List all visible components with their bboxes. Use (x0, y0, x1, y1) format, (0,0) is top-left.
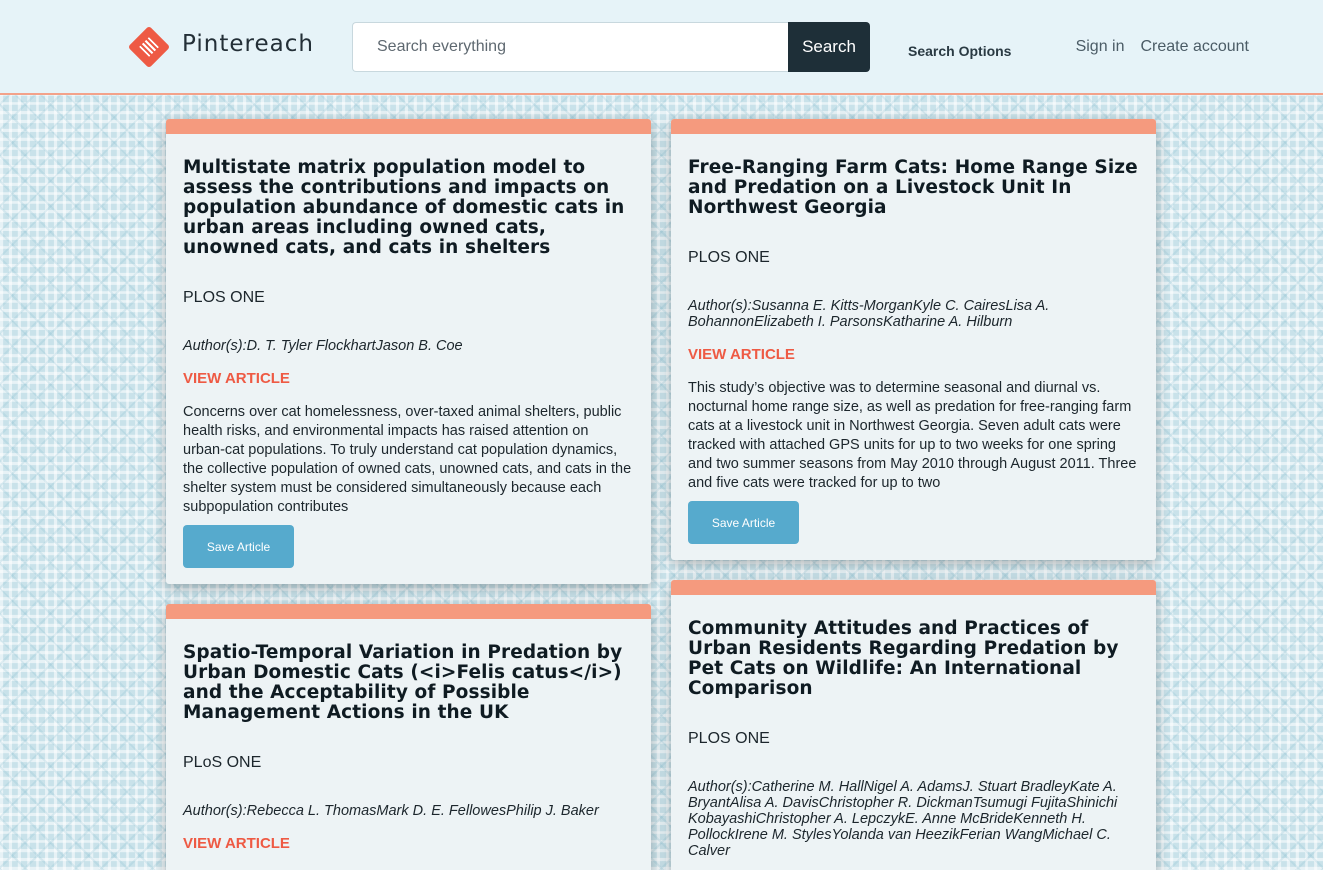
logo-text: Pintereach (182, 31, 314, 57)
article-title: Free-Ranging Farm Cats: Home Range Size … (688, 157, 1138, 218)
search-bar: Search (352, 22, 870, 72)
create-account-link[interactable]: Create account (1140, 38, 1249, 56)
article-title: Community Attitudes and Practices of Urb… (688, 618, 1119, 699)
save-article-button[interactable]: Save Article (183, 525, 294, 568)
article-journal: PLOS ONE (183, 289, 265, 306)
pintereach-logo-icon (127, 25, 171, 69)
view-article-link[interactable]: VIEW ARTICLE (183, 370, 634, 387)
top-nav: Pintereach Search Search Options Sign in… (0, 0, 1323, 95)
article-title: Multistate matrix population model to as… (183, 157, 625, 258)
auth-links: Sign in Create account (1076, 38, 1249, 56)
article-authors: Author(s):Catherine M. HallNigel A. Adam… (688, 779, 1118, 859)
search-options-link[interactable]: Search Options (908, 43, 1011, 59)
search-input[interactable] (352, 22, 788, 72)
article-title: Spatio-Temporal Variation in Predation b… (183, 642, 623, 723)
search-button[interactable]: Search (788, 22, 870, 72)
article-authors: Author(s):Rebecca L. ThomasMark D. E. Fe… (183, 803, 599, 819)
view-article-link[interactable]: VIEW ARTICLE (688, 346, 1139, 363)
article-journal: PLOS ONE (688, 249, 770, 266)
article-abstract: Concerns over cat homelessness, over-tax… (183, 404, 632, 515)
sign-in-link[interactable]: Sign in (1076, 38, 1125, 56)
logo[interactable]: Pintereach (127, 25, 314, 69)
card-accent-bar (166, 119, 651, 134)
article-authors: Author(s):D. T. Tyler FlockhartJason B. … (183, 338, 463, 354)
view-article-link[interactable]: VIEW ARTICLE (183, 835, 634, 852)
save-article-button[interactable]: Save Article (688, 501, 799, 544)
card-accent-bar (166, 604, 651, 619)
article-abstract: This study’s objective was to determine … (688, 380, 1137, 491)
article-card: Community Attitudes and Practices of Urb… (671, 580, 1156, 870)
article-authors: Author(s):Susanna E. Kitts-MorganKyle C.… (688, 298, 1050, 330)
article-journal: PLoS ONE (183, 754, 262, 771)
article-card: Spatio-Temporal Variation in Predation b… (166, 604, 651, 870)
article-card: Multistate matrix population model to as… (166, 119, 651, 584)
article-card: Free-Ranging Farm Cats: Home Range Size … (671, 119, 1156, 560)
card-accent-bar (671, 580, 1156, 595)
article-journal: PLOS ONE (688, 730, 770, 747)
card-accent-bar (671, 119, 1156, 134)
